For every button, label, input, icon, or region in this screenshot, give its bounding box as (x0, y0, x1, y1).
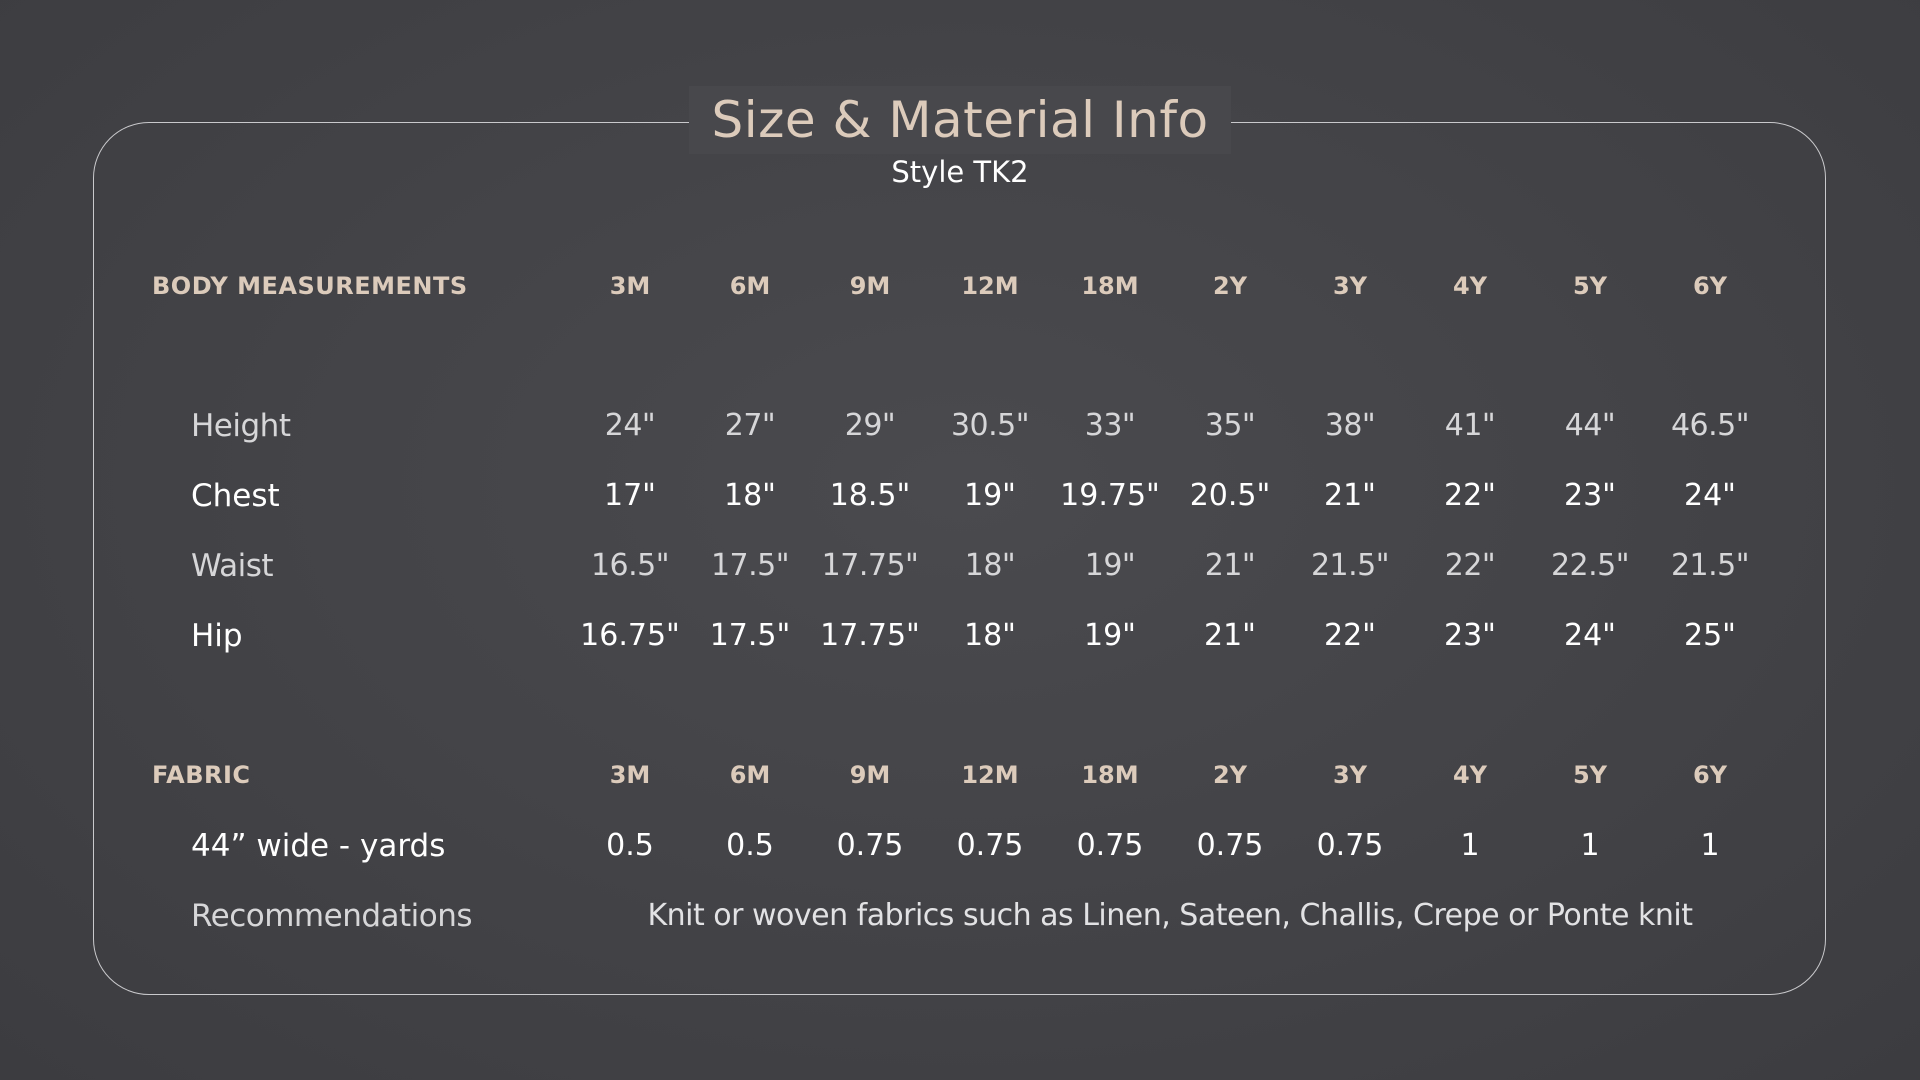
table-row-hip: Hip 16.75" 17.5" 17.75" 18" 19" 21" 22" … (0, 608, 1920, 664)
fabric-header: FABRIC 3M 6M 9M 12M 18M 2Y 3Y 4Y 5Y 6Y (0, 747, 1920, 803)
table-cell: 22" (1444, 478, 1496, 513)
table-cell: 27" (724, 408, 776, 443)
recommendations-text: Knit or woven fabrics such as Linen, Sat… (647, 898, 1693, 933)
table-cell: 46.5" (1670, 408, 1750, 443)
table-cell: 16.5" (590, 548, 670, 583)
table-cell: 18" (964, 618, 1016, 653)
table-cell: 21.5" (1670, 548, 1750, 583)
table-cell: 21" (1204, 548, 1256, 583)
table-cell: 22.5" (1550, 548, 1630, 583)
body-measurements-header: BODY MEASUREMENTS 3M 6M 9M 12M 18M 2Y 3Y… (0, 258, 1920, 314)
row-label: Chest (191, 478, 280, 514)
row-label: Height (191, 408, 291, 444)
table-cell: 0.5 (726, 828, 774, 863)
table-cell: 44" (1564, 408, 1616, 443)
size-header: 3M (609, 272, 651, 300)
title-wrap: Size & Material Info (0, 86, 1920, 154)
table-cell: 22" (1324, 618, 1376, 653)
size-header: 5Y (1572, 272, 1608, 300)
table-cell: 18" (964, 548, 1016, 583)
size-header: 12M (961, 272, 1019, 300)
size-header: 18M (1081, 761, 1139, 789)
table-cell: 0.75 (956, 828, 1024, 863)
size-header: 6Y (1692, 761, 1728, 789)
size-header: 12M (961, 761, 1019, 789)
size-header: 6M (729, 272, 771, 300)
size-header: 3Y (1332, 272, 1368, 300)
table-row-waist: Waist 16.5" 17.5" 17.75" 18" 19" 21" 21.… (0, 538, 1920, 594)
table-row-chest: Chest 17" 18" 18.5" 19" 19.75" 20.5" 21"… (0, 468, 1920, 524)
table-cell: 0.5 (606, 828, 654, 863)
size-header: 6Y (1692, 272, 1728, 300)
table-cell: 22" (1444, 548, 1496, 583)
table-cell: 23" (1444, 618, 1496, 653)
table-cell: 17.5" (710, 548, 790, 583)
table-cell: 16.75" (580, 618, 680, 653)
table-cell: 17.5" (709, 618, 791, 653)
table-cell: 18.5" (829, 478, 911, 513)
size-header: 2Y (1212, 272, 1248, 300)
table-cell: 0.75 (1076, 828, 1144, 863)
table-cell: 24" (1684, 478, 1736, 513)
table-cell: 17" (604, 478, 656, 513)
table-cell: 21" (1204, 618, 1256, 653)
row-label: Hip (191, 618, 243, 654)
size-header: 3M (609, 761, 651, 789)
size-header: 9M (849, 761, 891, 789)
size-header: 4Y (1452, 272, 1488, 300)
table-cell: 17.75" (821, 548, 919, 583)
row-label: 44” wide - yards (191, 828, 446, 864)
table-cell: 0.75 (1196, 828, 1264, 863)
table-cell: 1 (1460, 828, 1480, 863)
size-header: 9M (849, 272, 891, 300)
table-cell: 23" (1564, 478, 1616, 513)
table-cell: 21" (1324, 478, 1376, 513)
table-row-height: Height 24" 27" 29" 30.5" 33" 35" 38" 41"… (0, 398, 1920, 454)
size-header: 18M (1081, 272, 1139, 300)
table-cell: 1 (1580, 828, 1600, 863)
table-row-recommendations: Recommendations Knit or woven fabrics su… (0, 888, 1920, 944)
size-header: 5Y (1572, 761, 1608, 789)
table-cell: 19" (1084, 618, 1136, 653)
table-cell: 0.75 (1316, 828, 1384, 863)
table-cell: 30.5" (950, 408, 1030, 443)
size-header: 2Y (1212, 761, 1248, 789)
table-cell: 19" (964, 478, 1016, 513)
size-header: 4Y (1452, 761, 1488, 789)
section-heading: FABRIC (152, 761, 251, 789)
table-cell: 25" (1684, 618, 1736, 653)
table-cell: 33" (1084, 408, 1136, 443)
table-cell: 19.75" (1060, 478, 1160, 513)
table-cell: 35" (1204, 408, 1256, 443)
table-cell: 18" (724, 478, 776, 513)
row-label: Waist (191, 548, 274, 584)
size-header: 3Y (1332, 761, 1368, 789)
table-cell: 21.5" (1310, 548, 1390, 583)
page-subtitle: Style TK2 (891, 155, 1029, 189)
table-row-yardage: 44” wide - yards 0.5 0.5 0.75 0.75 0.75 … (0, 818, 1920, 874)
table-cell: 17.75" (820, 618, 920, 653)
table-cell: 19" (1084, 548, 1136, 583)
table-cell: 20.5" (1189, 478, 1271, 513)
row-label: Recommendations (191, 898, 473, 934)
page-title: Size & Material Info (689, 86, 1231, 154)
table-cell: 24" (1564, 618, 1616, 653)
table-cell: 29" (844, 408, 896, 443)
size-header: 6M (729, 761, 771, 789)
section-heading: BODY MEASUREMENTS (152, 272, 468, 300)
table-cell: 1 (1700, 828, 1720, 863)
table-cell: 0.75 (836, 828, 904, 863)
table-cell: 24" (604, 408, 656, 443)
table-cell: 41" (1444, 408, 1496, 443)
table-cell: 38" (1324, 408, 1376, 443)
